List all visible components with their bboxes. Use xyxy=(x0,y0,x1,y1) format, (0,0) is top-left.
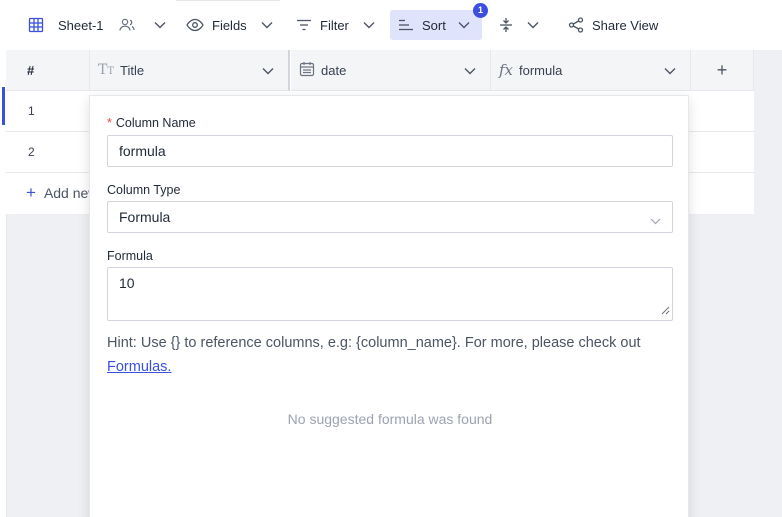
grid-icon xyxy=(28,17,44,33)
column-name-input[interactable]: formula xyxy=(107,135,673,167)
chevron-down-icon xyxy=(650,212,661,228)
hint-text: Hint: Use {} to reference columns, e.g: … xyxy=(107,335,641,351)
add-row-button[interactable]: + Add new row xyxy=(6,173,90,213)
sheet-selector[interactable]: Sheet-1 xyxy=(20,10,174,40)
edit-column-dialog: * Column Name formula Column Type Formula… xyxy=(89,95,689,517)
chevron-down-icon[interactable] xyxy=(464,63,476,78)
column-header-label: Title xyxy=(120,62,145,78)
chevron-down-icon xyxy=(527,21,539,29)
column-header-label: date xyxy=(321,62,347,78)
formula-hint: Hint: Use {} to reference columns, e.g: … xyxy=(107,331,677,379)
column-name-label: * Column Name xyxy=(107,116,196,130)
filter-label: Filter xyxy=(320,17,349,33)
toolbar: Sheet-1 Fields Filter Sort 1 Share View xyxy=(0,0,782,50)
column-name-label-text: Column Name xyxy=(115,116,196,130)
active-row-marker xyxy=(2,87,5,125)
plus-icon: + xyxy=(26,183,36,202)
required-mark: * xyxy=(107,116,112,130)
column-type-label: Column Type xyxy=(107,183,181,197)
column-type-value: Formula xyxy=(119,209,171,225)
row-height-icon xyxy=(499,17,513,33)
no-suggestions-message: No suggested formula was found xyxy=(287,411,493,427)
filter-icon xyxy=(296,19,312,31)
sort-label: Sort xyxy=(422,17,446,33)
column-header-title[interactable]: TT Title xyxy=(90,50,290,91)
fx-icon: fx xyxy=(499,61,514,79)
tab-divider xyxy=(176,0,280,1)
add-column-button[interactable]: + xyxy=(691,50,754,91)
calendar-icon xyxy=(299,61,315,80)
fields-button[interactable]: Fields xyxy=(178,10,281,40)
resize-handle-icon[interactable] xyxy=(661,302,670,318)
sheet-name: Sheet-1 xyxy=(58,17,104,33)
formula-label: Formula xyxy=(107,249,153,263)
formulas-link[interactable]: Formulas. xyxy=(107,359,171,375)
text-type-icon: TT xyxy=(98,62,115,78)
sort-icon xyxy=(398,19,414,31)
chevron-down-icon xyxy=(458,21,470,29)
formula-value: 10 xyxy=(119,275,135,291)
formula-textarea[interactable]: 10 xyxy=(107,267,673,321)
sort-button[interactable]: Sort xyxy=(390,10,482,40)
eye-icon xyxy=(186,18,204,32)
column-header-date[interactable]: date xyxy=(291,50,491,91)
column-header-label: formula xyxy=(519,62,563,78)
row-height-button[interactable] xyxy=(491,10,547,40)
add-row-label: Add new row xyxy=(43,185,90,201)
chevron-down-icon xyxy=(261,21,273,29)
chevron-down-icon xyxy=(363,21,375,29)
filter-button[interactable]: Filter xyxy=(288,10,383,40)
fields-label: Fields xyxy=(212,17,247,33)
share-view-button[interactable]: Share View xyxy=(560,10,666,40)
chevron-down-icon[interactable] xyxy=(262,63,274,78)
column-header-formula[interactable]: fx formula xyxy=(491,50,691,91)
chevron-down-icon[interactable] xyxy=(154,21,166,29)
chevron-down-icon[interactable] xyxy=(664,63,676,78)
collaborators-icon xyxy=(118,18,136,32)
share-view-label: Share View xyxy=(592,17,659,33)
sort-count-badge: 1 xyxy=(473,3,488,18)
share-icon xyxy=(568,17,584,33)
row-number: 2 xyxy=(28,145,35,159)
column-type-select[interactable]: Formula xyxy=(107,201,673,233)
row-number-header: # xyxy=(6,50,90,91)
row-number: 1 xyxy=(28,104,35,118)
